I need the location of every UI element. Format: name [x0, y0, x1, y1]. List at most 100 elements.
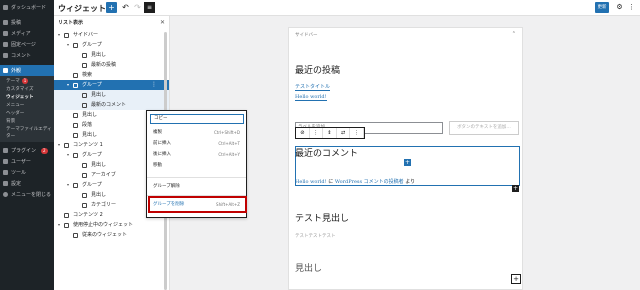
list-view-row[interactable]: 見出し	[54, 50, 169, 60]
list-view-row[interactable]: 最新の投稿	[54, 60, 169, 70]
submenu-header[interactable]: ヘッダー	[0, 110, 54, 118]
submenu-customize[interactable]: カスタマイズ	[0, 86, 54, 94]
close-icon[interactable]: ✕	[160, 16, 165, 30]
recent-posts-heading[interactable]: 最近の投稿	[295, 63, 340, 76]
submenu-menus[interactable]: メニュー	[0, 102, 54, 110]
block-type-icon	[73, 43, 78, 48]
recent-comments-heading[interactable]: 最近のコメント	[295, 146, 358, 159]
submenu-background[interactable]: 背景	[0, 118, 54, 126]
shortcut-label: Ctrl+Alt+Y	[218, 152, 240, 157]
submenu-themes[interactable]: テーマ 1	[0, 78, 54, 86]
list-view-row-label: グループ	[82, 182, 102, 188]
chevron-down-icon[interactable]: ▾	[67, 150, 69, 160]
add-block-icon[interactable]: +	[511, 274, 521, 284]
search-button[interactable]: ボタンのテキストを追加…	[449, 121, 519, 135]
move-arrows-icon[interactable]: ⇕	[323, 128, 337, 138]
menu-label: 複製	[153, 130, 162, 135]
more-options-icon[interactable]: ⋮	[626, 2, 637, 13]
chevron-down-icon[interactable]: ▾	[58, 30, 60, 40]
comment-post-link[interactable]: Hello world!	[295, 179, 327, 185]
ungroup-menu-item[interactable]: グループ解除	[147, 182, 246, 192]
menu-tools[interactable]: ツール	[0, 167, 54, 178]
list-view-row-label: アーカイブ	[91, 172, 116, 178]
list-view-row[interactable]: ▾ 使用停止中のウィジェット	[54, 220, 169, 230]
chevron-down-icon[interactable]: ▾	[67, 80, 69, 90]
list-view-button[interactable]: ≡	[144, 2, 155, 13]
recent-comment-item[interactable]: Hello world! に WordPress コメントの投稿者 より	[295, 178, 415, 185]
block-type-icon	[73, 83, 78, 88]
comment-author-link[interactable]: WordPress コメントの投稿者	[335, 179, 404, 185]
submenu-widgets[interactable]: ウィジェット	[0, 94, 54, 102]
list-view-row[interactable]: ▾ グループ	[54, 40, 169, 50]
block-type-icon	[64, 223, 69, 228]
list-view-row-selected[interactable]: ▾ グループ ⋮	[54, 80, 169, 90]
duplicate-menu-item[interactable]: 複製 Ctrl+Shift+D	[147, 128, 246, 138]
settings-icon	[3, 181, 8, 186]
list-view-row[interactable]: ▾ サイドバー	[54, 30, 169, 40]
list-view-row[interactable]: 検索	[54, 70, 169, 80]
list-view-row-label: 段落	[82, 122, 93, 128]
list-view-row[interactable]: 従来のウィジェット	[54, 230, 169, 240]
menu-divider	[147, 177, 246, 178]
insert-before-menu-item[interactable]: 前に挿入 Ctrl+Alt+T	[147, 139, 246, 149]
media-icon	[3, 31, 8, 36]
menu-label: ツール	[11, 170, 27, 176]
dashboard-icon	[3, 5, 8, 10]
drag-handle-icon[interactable]: ⋮	[310, 128, 324, 138]
menu-posts[interactable]: 投稿	[0, 17, 54, 28]
update-button[interactable]: 更新	[595, 2, 609, 13]
more-options-icon[interactable]: ⋮	[151, 80, 157, 90]
gear-icon[interactable]: ⚙	[614, 2, 625, 13]
menu-dashboard[interactable]: ダッシュボード	[0, 2, 54, 13]
plugin-icon	[3, 148, 8, 153]
plus-icon[interactable]: +	[512, 185, 519, 192]
menu-label: 設定	[11, 181, 22, 187]
list-view-row-label: 使用停止中のウィジェット	[73, 222, 134, 228]
recent-post-link[interactable]: Hello world!	[295, 94, 327, 101]
link-icon[interactable]: ⊘	[296, 128, 310, 138]
list-view-row-label: グループ	[82, 42, 102, 48]
collapse-icon	[3, 192, 8, 197]
add-block-button[interactable]: +	[106, 2, 117, 13]
chevron-down-icon[interactable]: ▾	[58, 140, 60, 150]
more-options-icon[interactable]: ⋮	[350, 128, 364, 138]
menu-comments[interactable]: コメント	[0, 50, 54, 61]
submenu-label: テーマ	[6, 79, 20, 84]
test-paragraph[interactable]: テストテストテスト	[295, 233, 336, 239]
list-view-row[interactable]: 最新のコメント	[54, 100, 169, 110]
widgets-editor-screen: ダッシュボード 投稿 メディア 固定ページ コメント 外観 テーマ 1 カスタマイ…	[0, 0, 640, 290]
undo-button[interactable]: ↶	[120, 2, 131, 13]
insert-after-menu-item[interactable]: 後に挿入 Ctrl+Alt+Y	[147, 150, 246, 160]
update-badge: 2	[41, 147, 48, 154]
list-view-row[interactable]: 見出し	[54, 90, 169, 100]
recent-post-link[interactable]: テストタイトル	[295, 83, 331, 91]
block-type-icon	[82, 203, 87, 208]
test-heading[interactable]: テスト見出し	[295, 211, 349, 224]
menu-collapse[interactable]: メニューを閉じる	[0, 189, 54, 200]
copy-menu-item[interactable]: コピー	[150, 114, 244, 124]
comment-tail-text: より	[405, 179, 416, 185]
chevron-down-icon[interactable]: ▾	[67, 40, 69, 50]
menu-appearance[interactable]: 外観	[0, 65, 54, 76]
plus-icon[interactable]: +	[404, 159, 411, 166]
list-view-row-label: グループ	[82, 152, 102, 158]
menu-settings[interactable]: 設定	[0, 178, 54, 189]
page-title: ウィジェット	[58, 4, 106, 13]
heading-placeholder[interactable]: 見出し	[295, 261, 322, 274]
menu-label: 外観	[11, 68, 22, 74]
menu-users[interactable]: ユーザー	[0, 156, 54, 167]
menu-pages[interactable]: 固定ページ	[0, 39, 54, 50]
block-type-icon	[82, 93, 87, 98]
submenu-theme-editor[interactable]: テーマファイルエディター	[0, 126, 54, 140]
chevron-down-icon[interactable]: ▾	[58, 220, 60, 230]
list-view-header: リスト表示 ✕	[54, 16, 169, 30]
menu-plugins[interactable]: プラグイン 2	[0, 145, 54, 156]
transform-icon[interactable]: ⇄	[337, 128, 351, 138]
user-icon	[3, 159, 8, 164]
menu-media[interactable]: メディア	[0, 28, 54, 39]
move-menu-item[interactable]: 移動	[147, 161, 246, 171]
chevron-down-icon[interactable]: ▾	[67, 180, 69, 190]
redo-button[interactable]: ↷	[132, 2, 143, 13]
chevron-up-icon[interactable]: ⌃	[512, 31, 516, 37]
highlight-box	[148, 196, 247, 213]
